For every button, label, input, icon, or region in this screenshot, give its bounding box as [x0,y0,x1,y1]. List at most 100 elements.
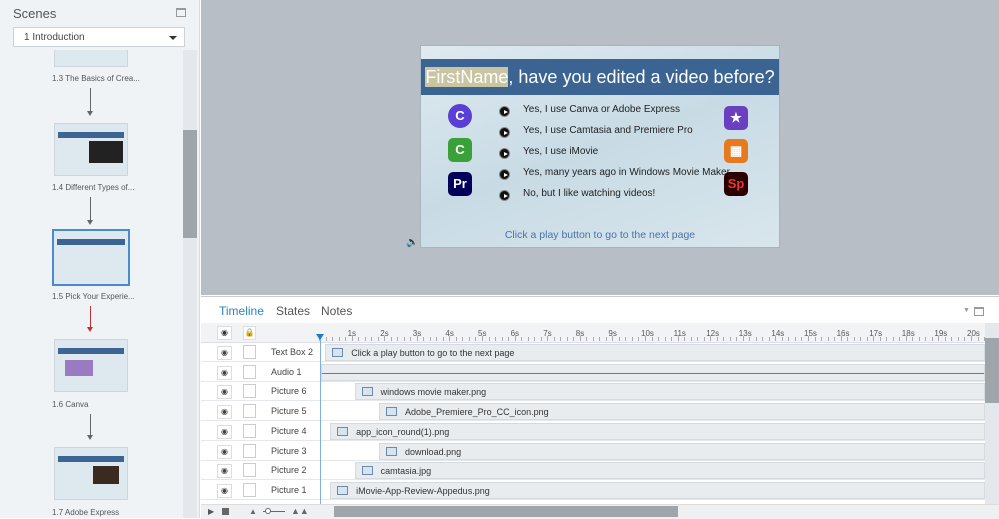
lock-all-icon[interactable]: 🔒 [243,326,256,340]
tab-states[interactable]: States [276,304,310,318]
image-object-icon [361,466,373,476]
lock-checkbox[interactable] [243,482,256,497]
windows-movie-maker-icon: ▦ [724,139,748,163]
slide-label: 1.5 Pick Your Experie... [52,292,135,301]
chevron-down-icon [169,36,177,40]
audio-waveform[interactable] [321,363,985,381]
play-icon[interactable]: ▶ [208,507,214,516]
table-row[interactable]: ◉ Text Box 2 Click a play button to go to … [201,343,985,362]
lock-checkbox[interactable] [243,384,256,399]
table-row[interactable]: ◉ Picture 4 app_icon_round(1).png [201,422,985,441]
slide-list: 1.3 The Basics of Crea... 1.4 Different … [0,50,183,518]
answer-option[interactable]: Yes, I use iMovie [501,146,598,157]
tab-timeline[interactable]: Timeline [219,304,264,318]
image-object-icon [361,387,373,397]
eye-icon[interactable]: ◉ [217,464,232,479]
layer-name: Picture 2 [271,465,307,476]
adobe-spark-icon: Sp [724,172,748,196]
scene-select-value: 1 Introduction [24,32,85,43]
image-object-icon [337,426,349,436]
arrow-icon [87,306,93,332]
slide-label: 1.3 The Basics of Crea... [52,74,140,83]
layer-name: Picture 1 [271,484,307,495]
scenes-panel: Scenes 1 Introduction 1.3 The Basics of … [0,0,200,518]
table-row[interactable]: ◉ Picture 1 iMovie-App-Review-Appedus.png [201,481,985,500]
timeline-panel: Timeline States Notes ▼ ◉ 🔒 1s 2s 3s 4s 5s 6s… [201,296,999,519]
timeline-object-bar[interactable]: windows movie maker.png [354,383,985,401]
dock-panel-icon[interactable] [974,307,984,316]
layer-name: Picture 3 [271,445,307,456]
arrow-icon [87,197,93,225]
arrow-icon [87,414,93,440]
slide-thumbnail-1-3[interactable] [54,50,128,67]
layer-name: Picture 4 [271,425,307,436]
collapse-chevron-icon[interactable]: ▼ [963,307,970,314]
camtasia-icon: C [448,138,472,162]
answer-option[interactable]: Yes, I use Canva or Adobe Express [501,104,680,115]
lock-checkbox[interactable] [243,443,256,458]
lock-checkbox[interactable] [243,423,256,438]
timeline-object-bar[interactable]: download.png [379,442,985,460]
arrow-icon [87,88,93,116]
zoom-out-icon[interactable]: ▲ [249,507,257,516]
image-object-icon [337,485,349,495]
answer-option[interactable]: No, but I like watching videos! [501,188,655,199]
table-row[interactable]: ◉ Picture 5 Adobe_Premiere_Pro_CC_icon.png [201,402,985,422]
eye-icon[interactable]: ◉ [217,424,232,439]
slide-label: 1.7 Adobe Express [52,508,120,517]
lock-checkbox[interactable] [243,345,256,359]
eye-icon[interactable]: ◉ [217,483,232,498]
eye-icon[interactable]: ◉ [217,444,232,459]
slide-title-text: , have you edited a video before? [508,67,775,87]
slide-thumbnail-1-5[interactable] [52,229,130,286]
dock-panel-icon[interactable] [176,8,186,17]
answer-option[interactable]: Yes, I use Camtasia and Premiere Pro [501,125,693,136]
table-row[interactable]: ◉ Picture 2 camtasia.jpg [201,461,985,481]
timeline-object-bar[interactable]: Adobe_Premiere_Pro_CC_icon.png [379,403,985,421]
canva-icon: C [448,104,472,128]
slide-list-scrollbar[interactable] [183,50,197,518]
timeline-object-bar[interactable]: app_icon_round(1).png [330,422,985,440]
layer-name: Picture 5 [271,406,307,417]
slide-canvas[interactable]: FirstName, have you edited a video befor… [420,45,780,248]
tab-notes[interactable]: Notes [321,304,352,318]
layer-name: Audio 1 [271,366,302,377]
timeline-vertical-scrollbar[interactable] [985,323,999,505]
eye-icon[interactable]: ◉ [217,346,232,360]
image-object-icon [386,446,398,456]
zoom-in-icon[interactable]: ▲▲ [291,506,309,516]
image-object-icon [386,407,398,417]
show-all-eye-icon[interactable]: ◉ [217,326,232,340]
scene-select[interactable]: 1 Introduction [13,27,185,47]
slide-thumbnail-1-6[interactable] [54,339,128,392]
slide-footer-text: Click a play button to go to the next pa… [504,229,696,241]
slide-thumbnail-1-4[interactable] [54,123,128,176]
zoom-slider[interactable] [263,508,285,514]
eye-icon[interactable]: ◉ [217,365,232,380]
answer-option[interactable]: Yes, many years ago in Windows Movie Mak… [501,167,732,178]
table-row[interactable]: ◉ Picture 3 download.png [201,442,985,461]
timeline-object-bar[interactable]: iMovie-App-Review-Appedus.png [330,481,985,499]
table-row[interactable]: ◉ Picture 6 windows movie maker.png [201,382,985,402]
slide-label: 1.4 Different Types of... [52,183,135,192]
lock-checkbox[interactable] [243,364,256,379]
timeline-object-bar[interactable]: Click a play button to go to the next pa… [325,344,985,361]
premiere-icon: Pr [448,172,472,196]
slide-title[interactable]: FirstName, have you edited a video befor… [421,59,779,95]
lock-checkbox[interactable] [243,404,256,419]
eye-icon[interactable]: ◉ [217,405,232,420]
stop-icon[interactable] [222,508,229,515]
timeline-object-bar[interactable]: camtasia.jpg [354,462,985,480]
lock-checkbox[interactable] [243,463,256,478]
firstname-variable[interactable]: FirstName [425,67,509,87]
slide-thumbnail-1-7[interactable] [54,447,128,500]
playhead[interactable] [316,334,324,505]
eye-icon[interactable]: ◉ [217,385,232,400]
timeline-horizontal-scrollbar[interactable] [334,506,678,517]
scenes-title: Scenes [13,6,57,21]
table-row[interactable]: ◉ Audio 1 [201,363,985,382]
text-object-icon [332,348,344,357]
slide-label: 1.6 Canva [52,400,89,409]
layer-name: Text Box 2 [271,347,314,357]
speaker-icon[interactable]: 🔈 [406,237,418,248]
